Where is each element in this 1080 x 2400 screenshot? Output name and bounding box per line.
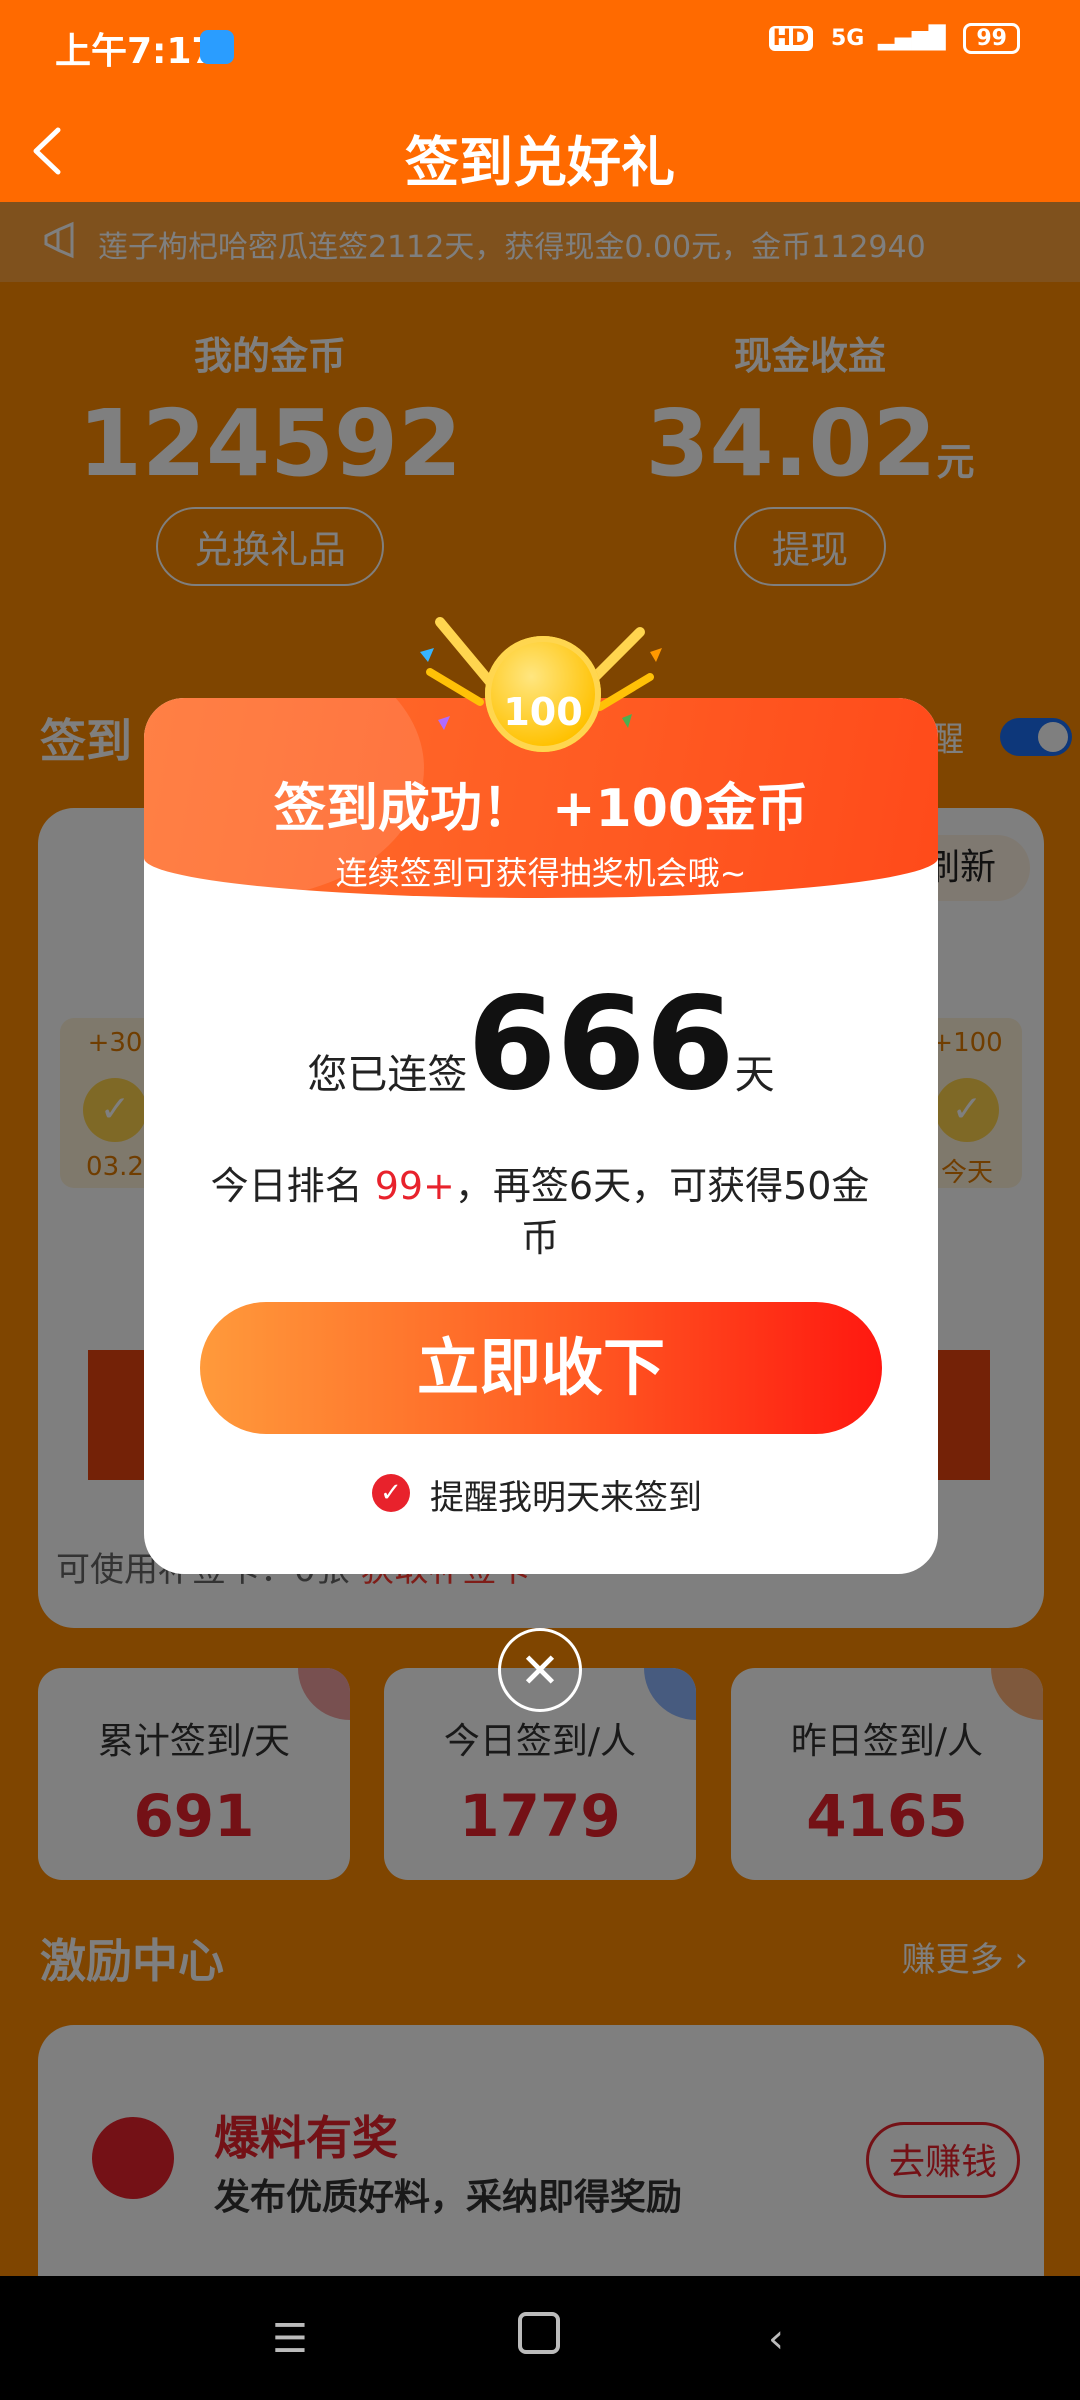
rank-value: 99+ [374, 1164, 455, 1208]
back-nav-icon[interactable]: ‹ [768, 2316, 784, 2362]
battery-icon: 99 [963, 23, 1020, 54]
streak-unit: 天 [734, 1052, 775, 1098]
rank-suffix: ，再签6天，可获得50金币 [454, 1164, 870, 1260]
modal-title: 签到成功！ +100金币 [273, 779, 809, 839]
app-notification-icon [200, 30, 234, 64]
remind-checkbox-label[interactable]: 提醒我明天来签到 [430, 1470, 702, 1519]
close-icon: ✕ [519, 1643, 561, 1699]
signal-icon: ▂▄▆█ [878, 26, 946, 51]
sign-success-modal: 签到成功！ +100金币 连续签到可获得抽奖机会哦~ [144, 698, 938, 1574]
status-bar: 上午7:17 HD 5G ▂▄▆█ 99 [0, 0, 1080, 100]
modal-subtitle: 连续签到可获得抽奖机会哦~ [335, 854, 747, 892]
rank-line: 今日排名 99+，再签6天，可获得50金币 [210, 1160, 870, 1264]
streak-line: 您已连签666天 [144, 981, 938, 1109]
accept-button[interactable]: 立即收下 [200, 1302, 882, 1434]
app-header: 签到兑好礼 [0, 100, 1080, 202]
coin-amount: 100 [503, 690, 583, 734]
status-indicators: HD 5G ▂▄▆█ 99 [768, 23, 1020, 54]
streak-days: 666 [467, 970, 735, 1119]
home-nav-icon[interactable] [518, 2312, 560, 2354]
system-nav-bar: ☰ ‹ [0, 2276, 1080, 2400]
page-title: 签到兑好礼 [405, 131, 675, 194]
close-modal-button[interactable]: ✕ [498, 1628, 582, 1712]
network-icon: 5G [830, 26, 865, 51]
remind-checkbox[interactable]: ✓ [372, 1474, 410, 1512]
rank-prefix: 今日排名 [210, 1164, 363, 1208]
hd-icon: HD [768, 26, 814, 51]
status-time: 上午7:17 [55, 31, 217, 72]
streak-prefix: 您已连签 [307, 1052, 468, 1098]
menu-nav-icon[interactable]: ☰ [272, 2316, 308, 2362]
